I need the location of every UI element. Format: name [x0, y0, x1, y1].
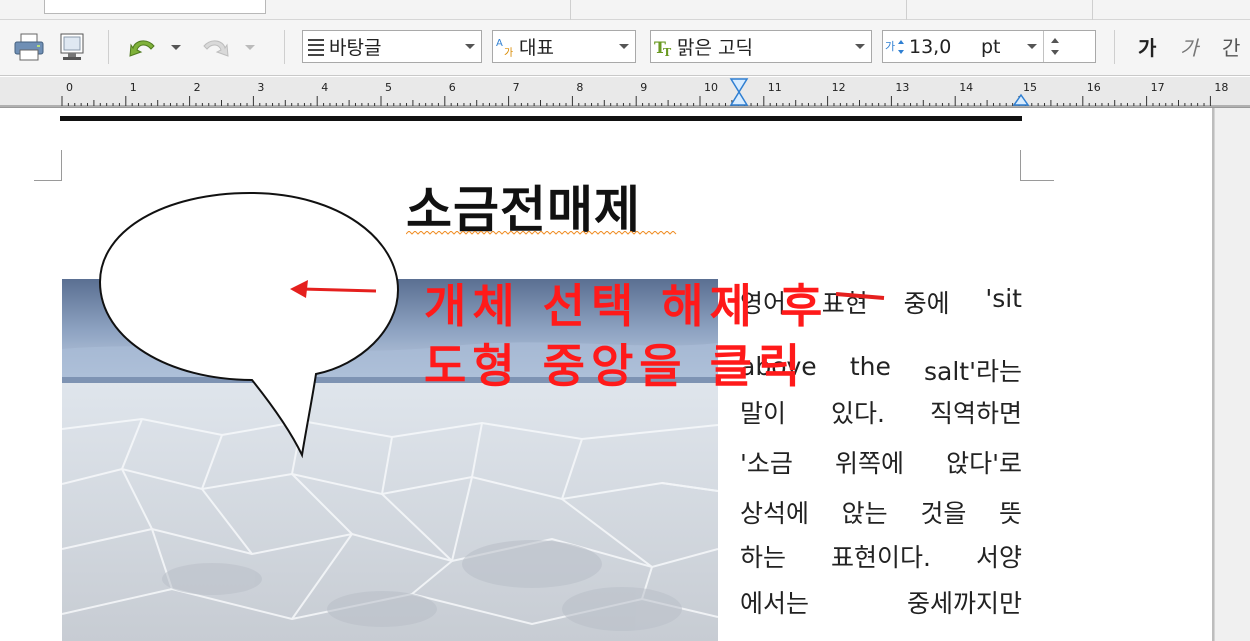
strike-mark [835, 292, 885, 300]
annotation-line-2: 도형 중앙을 클릭 [424, 339, 807, 393]
annotation-line-1: 개체 선택 해제 후 [424, 279, 829, 333]
speech-balloon-shape[interactable] [98, 191, 400, 459]
